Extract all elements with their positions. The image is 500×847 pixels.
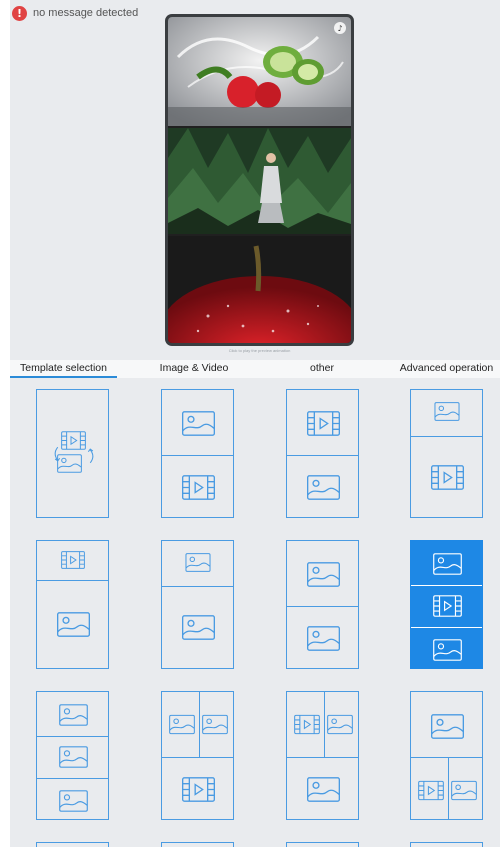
template-partial[interactable]: [286, 842, 359, 847]
image-icon: [305, 562, 342, 587]
preview-caption: Click to play the preview animation: [228, 348, 291, 353]
woman-in-forest-photo: [168, 128, 351, 234]
template-divider: [448, 757, 449, 819]
template-divider: [411, 627, 482, 628]
vegetable-splash-photo: [168, 17, 351, 126]
template-image-top-small-image-bottom[interactable]: [161, 540, 234, 669]
template-image-video-image[interactable]: [410, 540, 483, 669]
image-icon: [55, 612, 92, 637]
template-image-over-video-image[interactable]: [410, 691, 483, 820]
music-note-icon[interactable]: ♪: [334, 22, 346, 34]
image-icon: [305, 475, 342, 500]
image-icon: [434, 402, 460, 421]
image-icon: [180, 411, 217, 436]
image-icon: [169, 714, 195, 735]
image-icon: [202, 714, 228, 735]
template-divider: [287, 757, 358, 758]
image-icon: [429, 714, 466, 739]
template-divider: [287, 455, 358, 456]
image-icon: [305, 777, 342, 802]
template-image-image-image[interactable]: [36, 691, 109, 820]
tab-image-video[interactable]: Image & Video: [137, 360, 251, 378]
image-icon: [433, 553, 462, 575]
video-icon: [429, 465, 466, 490]
template-partial[interactable]: [161, 842, 234, 847]
preview-screen[interactable]: ♪: [168, 17, 351, 343]
template-image-over-video-small-top[interactable]: [410, 389, 483, 518]
video-icon: [305, 411, 342, 436]
template-video-image-over-image[interactable]: [286, 691, 359, 820]
tab-bar: Template selection Image & Video other A…: [10, 360, 500, 378]
video-icon: [294, 714, 320, 735]
tab-advanced-operation[interactable]: Advanced operation: [393, 360, 500, 378]
tab-template-selection[interactable]: Template selection: [10, 360, 117, 378]
status-bar: ! no message detected: [12, 5, 138, 21]
error-icon: !: [12, 5, 27, 21]
template-divider: [37, 580, 108, 581]
template-divider: [411, 585, 482, 586]
image-icon: [59, 746, 88, 768]
template-divider: [287, 606, 358, 607]
image-icon: [433, 639, 462, 661]
video-icon: [418, 780, 444, 801]
video-icon: [180, 475, 217, 500]
image-icon: [451, 780, 477, 801]
template-divider: [411, 757, 482, 758]
template-divider: [162, 455, 233, 456]
template-divider: [37, 778, 108, 779]
template-video-top-small-image-bottom[interactable]: [36, 540, 109, 669]
template-partial[interactable]: [410, 842, 483, 847]
app-window: ! no message detected ♪ Click to play th…: [10, 0, 500, 847]
video-icon: [433, 595, 462, 617]
phone-preview[interactable]: ♪: [165, 14, 354, 346]
image-icon: [180, 615, 217, 640]
template-divider: [411, 436, 482, 437]
template-divider: [162, 757, 233, 758]
template-video-over-image[interactable]: [286, 389, 359, 518]
template-divider: [324, 692, 325, 757]
image-icon: [185, 553, 211, 572]
red-apple-photo: [168, 236, 351, 343]
template-image-over-video[interactable]: [161, 389, 234, 518]
template-swap-video-image[interactable]: [36, 389, 109, 518]
template-divider: [37, 736, 108, 737]
template-partial[interactable]: [36, 842, 109, 847]
image-icon: [305, 626, 342, 651]
template-divider: [162, 586, 233, 587]
template-divider: [199, 692, 200, 757]
status-message: no message detected: [33, 7, 139, 19]
image-icon: [327, 714, 353, 735]
image-icon: [59, 790, 88, 812]
video-icon: [60, 551, 86, 569]
tab-other[interactable]: other: [272, 360, 372, 378]
template-two-images-over-video[interactable]: [161, 691, 234, 820]
video-icon: [180, 777, 217, 802]
swap-arrows-icon: [41, 442, 107, 468]
template-image-over-image[interactable]: [286, 540, 359, 669]
image-icon: [59, 704, 88, 726]
